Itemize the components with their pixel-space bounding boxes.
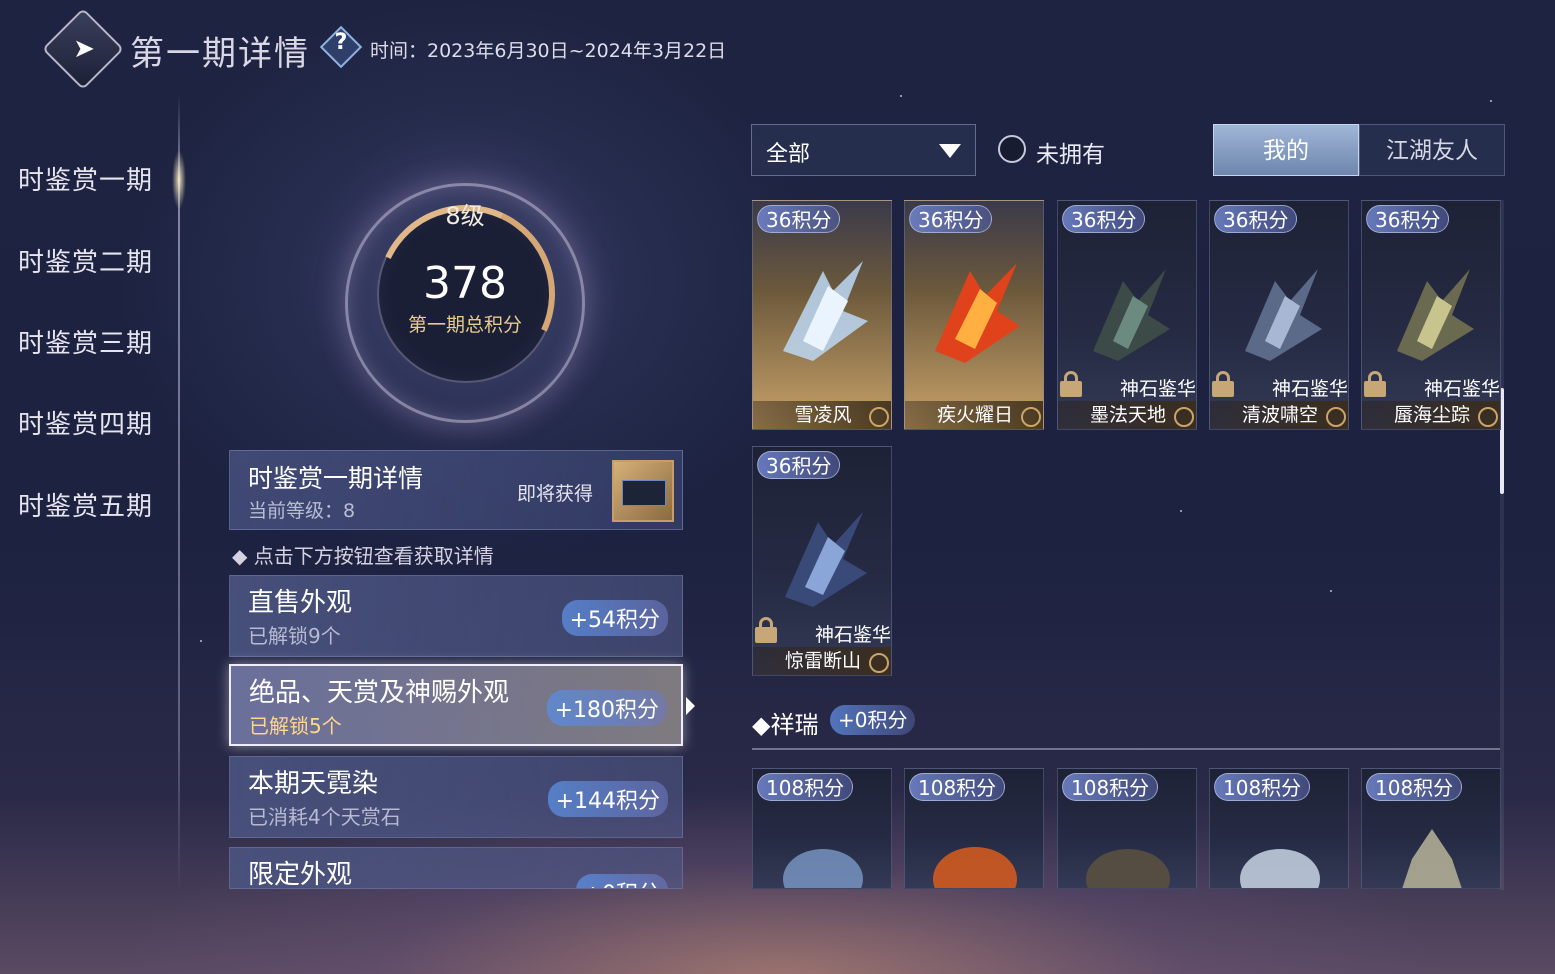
weapon-ice-image (773, 251, 873, 371)
item-card[interactable]: 108积分 (904, 768, 1044, 889)
section-title: ◆祥瑞 (752, 711, 819, 739)
current-level: 当前等级：8 (248, 500, 356, 522)
item-points-badge: 108积分 (1062, 773, 1159, 801)
back-arrow-icon: ➤ (73, 34, 95, 64)
source-points-badge: +54积分 (561, 600, 668, 636)
star-decoration (1490, 100, 1492, 102)
lock-icon (1212, 371, 1234, 397)
lock-icon (1364, 371, 1386, 397)
item-points-badge: 36积分 (1062, 205, 1146, 233)
lock-icon (755, 617, 777, 643)
level-label: 8级 (445, 202, 485, 230)
category-filter-dropdown[interactable]: 全部 (751, 124, 976, 176)
weapon-fire-image (925, 251, 1025, 371)
source-points-badge: +180积分 (546, 690, 667, 726)
upcoming-reward-thumbnail[interactable] (612, 460, 674, 522)
item-points-badge: 36积分 (1366, 205, 1450, 233)
rarity-badge-icon (1478, 407, 1498, 427)
star-decoration (1330, 590, 1332, 592)
star-decoration (1180, 510, 1182, 512)
star-decoration (200, 640, 202, 642)
item-series: 神石鉴华 (1271, 378, 1348, 400)
item-series: 神石鉴华 (1119, 378, 1196, 400)
item-card[interactable]: 36积分 神石鉴华 清波啸空 (1209, 200, 1349, 430)
not-owned-radio[interactable] (998, 135, 1026, 163)
total-score-label: 第一期总积分 (407, 314, 522, 336)
source-row-dye[interactable]: 本期天霓染 已消耗4个天赏石 +144积分 (229, 756, 683, 838)
item-points-badge: 36积分 (757, 205, 841, 233)
filter-selected-value: 全部 (766, 142, 811, 167)
source-title: 本期天霓染 (248, 769, 379, 799)
mount-dragon-black-image (1078, 809, 1178, 888)
mount-dragon-blue-image (773, 809, 873, 888)
item-points-badge: 108积分 (757, 773, 854, 801)
source-title: 绝品、天赏及神赐外观 (249, 678, 510, 708)
total-score: 378 (423, 258, 507, 309)
source-points-badge: +144积分 (547, 781, 668, 817)
help-icon: ? (334, 30, 348, 55)
mount-dragon-red-image (925, 809, 1025, 888)
mount-dragon-white-image (1230, 809, 1330, 888)
item-series: 神石鉴华 (1423, 378, 1500, 400)
item-card[interactable]: 36积分 雪凌风 (752, 200, 892, 430)
item-card[interactable]: 108积分 (1209, 768, 1349, 889)
rarity-badge-icon (869, 407, 889, 427)
section-points-badge: +0积分 (830, 705, 916, 735)
rarity-badge-icon (869, 653, 889, 673)
source-title: 限定外观 (248, 860, 353, 889)
tab-friends[interactable]: 江湖友人 (1359, 124, 1505, 176)
item-points-badge: 108积分 (1214, 773, 1311, 801)
source-subtitle: 已解锁5个 (249, 714, 342, 738)
item-points-badge: 108积分 (1366, 773, 1463, 801)
rarity-badge-icon (1021, 407, 1041, 427)
upcoming-reward-label: 即将获得 (517, 483, 594, 505)
rarity-badge-icon (1326, 407, 1346, 427)
section-divider (752, 748, 1500, 750)
item-points-badge: 36积分 (757, 451, 841, 479)
item-points-badge: 36积分 (909, 205, 993, 233)
not-owned-label[interactable]: 未拥有 (1036, 135, 1105, 169)
item-card[interactable]: 108积分 (1361, 768, 1501, 889)
star-decoration (900, 95, 902, 97)
item-series: 神石鉴华 (814, 624, 891, 646)
weapon-thunder-image (773, 497, 873, 617)
reward-item-icon (622, 480, 666, 506)
nav-selected-glow (172, 150, 186, 210)
item-points-badge: 108积分 (909, 773, 1006, 801)
period-time: 时间：2023年6月30日~2024年3月22日 (370, 40, 727, 62)
source-title: 直售外观 (248, 588, 353, 618)
lock-icon (1060, 371, 1082, 397)
item-card[interactable]: 36积分 疾火耀日 (904, 200, 1044, 430)
source-subtitle: 已消耗4个天赏石 (248, 805, 401, 829)
item-points-badge: 36积分 (1214, 205, 1298, 233)
item-card[interactable]: 108积分 (752, 768, 892, 889)
nav-divider (178, 95, 180, 895)
detail-title: 时鉴赏一期详情 (248, 464, 424, 493)
nav-item-period-1[interactable]: 时鉴赏一期 (18, 160, 153, 197)
item-card[interactable]: 36积分 神石鉴华 墨法天地 (1057, 200, 1197, 430)
mount-castle-image (1382, 809, 1482, 888)
weapon-mirage-image (1382, 251, 1482, 371)
source-row-direct-sale[interactable]: 直售外观 已解锁9个 +54积分 (229, 575, 683, 657)
page-title: 第一期详情 (130, 34, 310, 74)
nav-item-period-2[interactable]: 时鉴赏二期 (18, 242, 153, 279)
rarity-badge-icon (1174, 407, 1194, 427)
weapon-wave-image (1230, 251, 1330, 371)
chevron-down-icon (939, 144, 961, 158)
source-points-badge: +0积分 (575, 874, 668, 888)
item-card[interactable]: 36积分 神石鉴华 蜃海尘踪 (1361, 200, 1501, 430)
hint-text: ◆ 点击下方按钮查看获取详情 (232, 544, 494, 568)
period-detail-panel[interactable]: 时鉴赏一期详情 当前等级：8 即将获得 (229, 450, 683, 530)
nav-item-period-3[interactable]: 时鉴赏三期 (18, 323, 153, 360)
item-card[interactable]: 36积分 神石鉴华 惊雷断山 (752, 446, 892, 676)
weapon-ink-image (1078, 251, 1178, 371)
item-card[interactable]: 108积分 (1057, 768, 1197, 889)
source-subtitle: 已解锁9个 (248, 624, 341, 648)
source-row-limited[interactable]: 限定外观 +0积分 (229, 847, 683, 889)
tab-mine[interactable]: 我的 (1213, 124, 1359, 176)
active-row-arrow-icon (686, 697, 695, 715)
nav-item-period-5[interactable]: 时鉴赏五期 (18, 486, 153, 523)
source-row-premium-outfits[interactable]: 绝品、天赏及神赐外观 已解锁5个 +180积分 (229, 664, 683, 746)
nav-item-period-4[interactable]: 时鉴赏四期 (18, 404, 153, 441)
